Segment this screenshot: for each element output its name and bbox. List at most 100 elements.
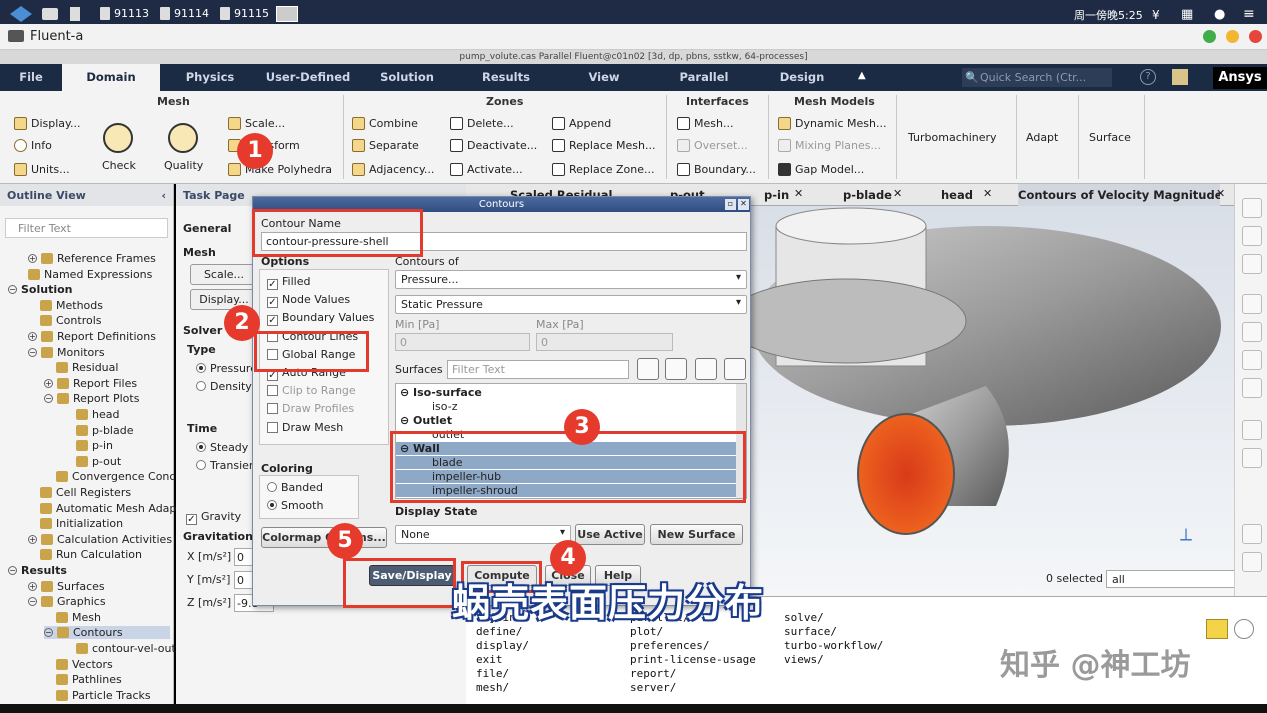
interfaces-mesh-button[interactable]: Mesh... bbox=[677, 117, 733, 130]
collapse-icon[interactable]: − bbox=[28, 597, 37, 607]
select-all-icon[interactable] bbox=[637, 358, 659, 380]
outline-item[interactable]: − Solution bbox=[8, 283, 73, 296]
zones-activate-button[interactable]: Activate... bbox=[450, 163, 523, 176]
outline-item[interactable]: Vectors bbox=[56, 658, 113, 671]
gravity-y-input[interactable]: 0 bbox=[234, 571, 254, 589]
outline-item[interactable]: p-in bbox=[76, 439, 113, 452]
outline-item[interactable]: − Results bbox=[8, 564, 67, 577]
close-icon[interactable]: ✕ bbox=[738, 199, 749, 210]
mesh-info-button[interactable]: Info bbox=[14, 139, 52, 152]
expand-icon[interactable]: + bbox=[44, 378, 53, 388]
zones-combine-button[interactable]: Combine bbox=[352, 117, 418, 130]
expand-icon[interactable]: + bbox=[28, 332, 37, 341]
close-tab-icon[interactable]: ✕ bbox=[983, 187, 992, 200]
tab-p-in[interactable]: p-in bbox=[764, 184, 789, 206]
min-input[interactable]: 0 bbox=[395, 333, 530, 351]
expand-icon[interactable]: + bbox=[28, 534, 37, 544]
quick-search-input[interactable]: 🔍 Quick Search (Ctr... bbox=[962, 68, 1112, 87]
close-tab-icon[interactable]: ✕ bbox=[1216, 187, 1225, 200]
collapse-ribbon-icon[interactable]: ▲ bbox=[858, 70, 866, 81]
expand-icon[interactable]: + bbox=[28, 581, 37, 591]
outline-item[interactable]: − Contours bbox=[44, 626, 170, 640]
outline-item[interactable]: Pathlines bbox=[56, 673, 122, 686]
copy-icon[interactable] bbox=[1242, 524, 1262, 544]
collapse-icon[interactable]: − bbox=[8, 285, 17, 295]
folder-icon[interactable] bbox=[42, 8, 58, 20]
tab-physics[interactable]: Physics bbox=[170, 64, 250, 91]
outline-item[interactable]: p-blade bbox=[76, 424, 133, 437]
taskbar-item-1[interactable]: 91113 bbox=[100, 7, 149, 20]
contours-of-select[interactable]: Pressure... bbox=[395, 270, 747, 289]
mixing-planes-button[interactable]: Mixing Planes... bbox=[778, 139, 881, 152]
collapse-icon[interactable]: − bbox=[44, 394, 53, 404]
tab-parallel[interactable]: Parallel bbox=[664, 64, 744, 91]
surface-item[interactable]: iso-z bbox=[396, 400, 736, 413]
outline-item[interactable]: Run Calculation bbox=[40, 548, 142, 561]
outline-item[interactable]: contour-vel-out bbox=[76, 642, 176, 655]
interfaces-overset-button[interactable]: Overset... bbox=[677, 139, 748, 152]
mesh-quality-button[interactable]: Quality bbox=[164, 159, 203, 172]
zones-replace-zone-button[interactable]: Replace Zone... bbox=[552, 163, 655, 176]
surface-menu[interactable]: Surface bbox=[1089, 131, 1131, 144]
surface-group[interactable]: ⊖ Iso-surface bbox=[396, 386, 736, 399]
tab-view[interactable]: View bbox=[566, 64, 642, 91]
mesh-check-button[interactable]: Check bbox=[102, 159, 136, 172]
surfaces-filter-input[interactable]: Filter Text bbox=[447, 360, 629, 379]
option-checkbox[interactable]: ✓ Filled bbox=[267, 275, 310, 290]
outline-item[interactable]: Residual bbox=[56, 361, 118, 374]
zones-separate-button[interactable]: Separate bbox=[352, 139, 419, 152]
undo-view-icon[interactable] bbox=[1242, 378, 1262, 398]
outline-item[interactable]: + Calculation Activities bbox=[28, 533, 172, 546]
mesh-units-button[interactable]: Units... bbox=[14, 163, 70, 176]
axes-icon[interactable] bbox=[1242, 420, 1262, 440]
collapse-panel-icon[interactable]: ‹ bbox=[161, 189, 166, 202]
outline-item[interactable]: Particle Tracks bbox=[56, 689, 151, 702]
zoom-icon[interactable] bbox=[1242, 198, 1262, 218]
outline-item[interactable]: Initialization bbox=[40, 517, 123, 530]
display-state-select[interactable]: None bbox=[395, 525, 571, 544]
tab-file[interactable]: File bbox=[8, 64, 54, 91]
transient-radio[interactable]: Transien bbox=[196, 459, 256, 472]
collapse-icon[interactable]: ⊖ bbox=[400, 386, 413, 399]
option-checkbox[interactable]: Draw Profiles bbox=[267, 402, 354, 415]
zones-delete-button[interactable]: Delete... bbox=[450, 117, 514, 130]
selection-filter-select[interactable]: all▾ bbox=[1106, 570, 1254, 588]
menu-icon[interactable]: ≡ bbox=[1243, 6, 1255, 22]
outline-item[interactable]: − Report Plots bbox=[44, 392, 139, 405]
close-tab-icon[interactable]: ✕ bbox=[893, 187, 902, 200]
outline-item[interactable]: Cell Registers bbox=[40, 486, 131, 499]
tab-p-blade[interactable]: p-blade bbox=[843, 184, 892, 206]
density-based-radio[interactable]: Density- bbox=[196, 380, 256, 393]
new-surface-button[interactable]: New Surface bbox=[650, 524, 743, 545]
mesh-scale-button[interactable]: Scale... bbox=[228, 117, 285, 130]
steady-radio[interactable]: Steady bbox=[196, 441, 248, 454]
dynamic-mesh-button[interactable]: Dynamic Mesh... bbox=[778, 117, 886, 130]
option-checkbox[interactable]: Draw Mesh bbox=[267, 421, 343, 434]
view-icon[interactable] bbox=[1242, 294, 1262, 314]
tab-design[interactable]: Design bbox=[764, 64, 840, 91]
collapse-icon[interactable]: − bbox=[8, 566, 17, 575]
outline-item[interactable]: Automatic Mesh Adap bbox=[40, 502, 176, 515]
interfaces-boundary-button[interactable]: Boundary... bbox=[677, 163, 756, 176]
option-checkbox[interactable]: Clip to Range bbox=[267, 384, 356, 397]
taskbar-item-3[interactable]: 91115 bbox=[220, 7, 269, 20]
outline-item[interactable]: Named Expressions bbox=[28, 268, 152, 281]
outline-item[interactable]: Controls bbox=[40, 314, 102, 327]
ruler-icon[interactable] bbox=[1242, 448, 1262, 468]
minimize-button[interactable] bbox=[1203, 30, 1216, 43]
max-input[interactable]: 0 bbox=[536, 333, 673, 351]
fit-icon[interactable] bbox=[1242, 322, 1262, 342]
tab-solution[interactable]: Solution bbox=[366, 64, 448, 91]
tab-domain[interactable]: Domain bbox=[62, 64, 160, 91]
outline-item[interactable]: Convergence Conc bbox=[56, 470, 175, 483]
gravity-x-input[interactable]: 0 bbox=[234, 548, 254, 566]
gap-model-button[interactable]: Gap Model... bbox=[778, 163, 864, 176]
zones-deactivate-button[interactable]: Deactivate... bbox=[450, 139, 537, 152]
outline-item[interactable]: Mesh bbox=[56, 611, 101, 624]
gravity-checkbox[interactable]: ✓ Gravity bbox=[186, 510, 241, 525]
user-icon[interactable]: ● bbox=[1214, 7, 1225, 22]
pressure-based-radio[interactable]: Pressure bbox=[196, 362, 257, 375]
mesh-display-button[interactable]: Display... bbox=[14, 117, 80, 130]
rotate-icon[interactable] bbox=[1242, 226, 1262, 246]
layout-icon[interactable] bbox=[1242, 552, 1262, 572]
